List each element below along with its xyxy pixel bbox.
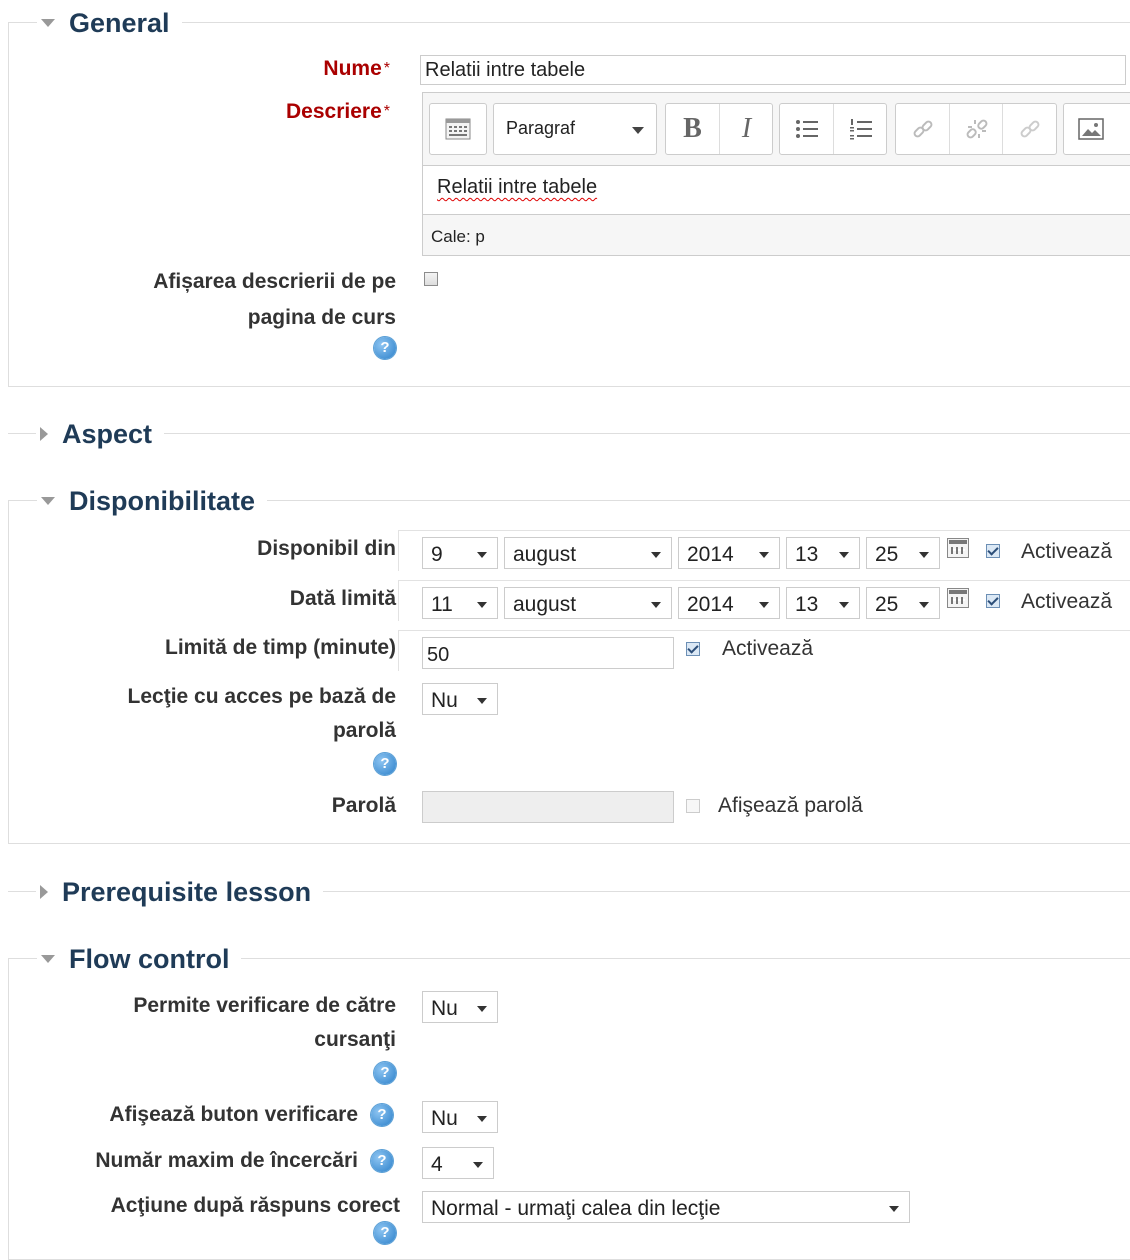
correct-action-label: Acţiune după răspuns corect xyxy=(110,1194,400,1217)
deadline-enable-label: Activează xyxy=(1021,590,1113,613)
deadline-day-select[interactable]: 11 xyxy=(422,587,498,619)
calendar-icon[interactable] xyxy=(947,538,969,558)
show-description-checkbox[interactable] xyxy=(424,272,438,286)
flow-control-legend[interactable]: Flow control xyxy=(37,937,242,981)
description-editor: Paragraf B I Relatii intre tabele Cale: … xyxy=(422,92,1130,256)
anchor-icon[interactable] xyxy=(1002,104,1056,154)
password-input[interactable] xyxy=(422,791,674,823)
available-from-minute-select[interactable]: 25 xyxy=(866,537,940,569)
format-select-value: Paragraf xyxy=(506,118,576,138)
description-label: Descriere * xyxy=(286,100,390,123)
text-style-group: B I xyxy=(665,103,773,155)
collapse-arrow-icon xyxy=(41,19,55,27)
help-icon[interactable]: ? xyxy=(374,1222,396,1244)
available-from-year-select[interactable]: 2014 xyxy=(678,537,780,569)
bold-icon[interactable]: B xyxy=(666,104,719,154)
prerequisite-section: Prerequisite lesson xyxy=(8,870,1130,914)
available-from-enable-checkbox[interactable] xyxy=(986,544,1000,558)
help-icon[interactable]: ? xyxy=(371,1104,393,1126)
time-limit-enable-checkbox[interactable] xyxy=(686,642,700,656)
password-lesson-label-line1: Lecţie cu acces pe bază de xyxy=(127,685,396,708)
deadline-enable-checkbox[interactable] xyxy=(986,594,1000,608)
password-lesson-label: Lecţie cu acces pe bază de parolă xyxy=(128,680,396,748)
review-button-select[interactable]: Nu xyxy=(422,1101,498,1133)
calendar-icon[interactable] xyxy=(947,588,969,608)
general-legend[interactable]: General xyxy=(37,1,182,45)
link-icon[interactable] xyxy=(896,104,949,154)
chevron-down-icon xyxy=(632,127,644,134)
editor-path: Cale: p xyxy=(431,227,485,246)
expand-arrow-icon xyxy=(40,427,48,441)
media-group xyxy=(1063,103,1130,155)
required-icon: * xyxy=(383,60,390,77)
deadline-year-select[interactable]: 2014 xyxy=(678,587,780,619)
time-limit-label: Limită de timp (minute) xyxy=(165,636,396,659)
time-limit-enable-label: Activează xyxy=(722,637,814,660)
list-group xyxy=(779,103,887,155)
correct-action-select[interactable]: Normal - urmaţi calea din lecţie xyxy=(422,1191,910,1223)
italic-icon[interactable]: I xyxy=(719,104,773,154)
time-limit-input[interactable] xyxy=(422,637,674,669)
prerequisite-legend[interactable]: Prerequisite lesson xyxy=(36,870,324,914)
show-description-label: Afișarea descrierii de pe pagina de curs xyxy=(153,264,396,336)
available-from-month-select[interactable]: august xyxy=(504,537,672,569)
max-attempts-select[interactable]: 4 xyxy=(422,1147,494,1179)
password-lesson-select[interactable]: Nu xyxy=(422,683,498,715)
available-from-label: Disponibil din xyxy=(257,537,396,560)
collapse-arrow-icon xyxy=(41,497,55,505)
toolbar-toggle-group xyxy=(429,103,487,155)
allow-review-label-line1: Permite verificare de către xyxy=(133,994,396,1017)
help-icon[interactable]: ? xyxy=(374,753,396,775)
required-icon: * xyxy=(383,103,390,120)
password-label: Parolă xyxy=(331,794,396,817)
reveal-password-checkbox[interactable] xyxy=(686,799,700,813)
allow-review-label: Permite verificare de către cursanţi xyxy=(133,989,396,1057)
unlink-icon[interactable] xyxy=(949,104,1003,154)
help-icon[interactable]: ? xyxy=(371,1150,393,1172)
reveal-password-label: Afişează parolă xyxy=(718,794,863,817)
editor-content-area[interactable]: Relatii intre tabele xyxy=(423,165,1130,215)
name-label: Nume * xyxy=(323,57,390,80)
max-attempts-label: Număr maxim de încercări xyxy=(95,1149,358,1172)
allow-review-label-line2: cursanţi xyxy=(314,1028,396,1051)
collapse-arrow-icon xyxy=(41,955,55,963)
available-from-day-select[interactable]: 9 xyxy=(422,537,498,569)
name-input[interactable] xyxy=(420,55,1126,85)
deadline-month-select[interactable]: august xyxy=(504,587,672,619)
show-description-label-line2: pagina de curs xyxy=(247,306,396,329)
deadline-hour-select[interactable]: 13 xyxy=(786,587,860,619)
deadline-label: Dată limită xyxy=(289,587,396,610)
aspect-section: Aspect xyxy=(8,412,1130,456)
review-button-label: Afişează buton verificare xyxy=(109,1103,358,1126)
available-from-hour-select[interactable]: 13 xyxy=(786,537,860,569)
help-icon[interactable]: ? xyxy=(374,1062,396,1084)
link-group xyxy=(895,103,1057,155)
toolbar-toggle-icon[interactable] xyxy=(430,104,486,154)
show-description-label-line1: Afișarea descrierii de pe xyxy=(153,270,396,293)
password-lesson-label-line2: parolă xyxy=(332,719,396,742)
bullet-list-icon[interactable] xyxy=(780,104,833,154)
aspect-legend[interactable]: Aspect xyxy=(36,412,165,456)
availability-legend[interactable]: Disponibilitate xyxy=(37,479,268,523)
deadline-minute-select[interactable]: 25 xyxy=(866,587,940,619)
expand-arrow-icon xyxy=(40,885,48,899)
editor-content-text: Relatii intre tabele xyxy=(437,176,598,198)
format-select[interactable]: Paragraf xyxy=(493,103,657,155)
numbered-list-icon[interactable] xyxy=(833,104,887,154)
available-from-enable-label: Activează xyxy=(1021,540,1113,563)
image-icon[interactable] xyxy=(1064,104,1117,154)
allow-review-select[interactable]: Nu xyxy=(422,991,498,1023)
help-icon[interactable]: ? xyxy=(374,337,396,359)
